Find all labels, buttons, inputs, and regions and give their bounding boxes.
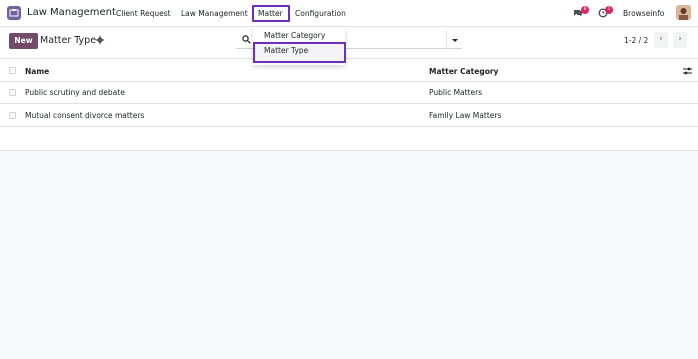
cell-matter-category: Family Law Matters	[429, 111, 502, 120]
table-row[interactable]: Public scrutiny and debate Public Matter…	[0, 81, 698, 104]
new-button[interactable]: New	[9, 33, 38, 49]
pager-previous-button[interactable]: ‹	[654, 32, 668, 48]
search-icon	[242, 35, 251, 46]
menu-client-request[interactable]: Client Request	[116, 9, 171, 18]
dropdown-item-matter-type[interactable]: Matter Type	[253, 42, 346, 63]
column-header-matter-category[interactable]: Matter Category	[429, 67, 498, 76]
list-footer-divider	[0, 150, 698, 151]
user-avatar[interactable]	[676, 5, 691, 20]
pager-next-button[interactable]: ›	[673, 32, 687, 48]
app-title[interactable]: Law Management	[27, 7, 116, 18]
pager-value[interactable]: 1-2 / 2	[624, 36, 648, 45]
optional-columns-icon[interactable]	[683, 67, 692, 77]
list-header: Name Matter Category	[0, 58, 698, 82]
law-app-icon[interactable]	[7, 6, 21, 20]
search-options-toggle[interactable]	[446, 31, 462, 49]
column-header-name[interactable]: Name	[25, 67, 49, 76]
chevron-left-icon: ‹	[659, 34, 663, 44]
control-panel: New Matter Type 1-2 / 2 ‹ ›	[0, 28, 698, 58]
menu-matter[interactable]: Matter	[252, 5, 290, 22]
table-row[interactable]: Mutual consent divorce matters Family La…	[0, 104, 698, 127]
list-view: Name Matter Category Public scrutiny and…	[0, 58, 698, 151]
select-all-checkbox[interactable]	[9, 67, 16, 74]
row-checkbox[interactable]	[9, 112, 16, 119]
chevron-right-icon: ›	[678, 34, 682, 44]
gear-icon[interactable]	[96, 36, 104, 46]
top-navbar: Law Management Client Request Law Manage…	[0, 0, 698, 27]
cell-matter-category: Public Matters	[429, 88, 483, 97]
page-title: Matter Type	[40, 35, 97, 46]
activity-badge: 1	[605, 6, 613, 14]
menu-configuration[interactable]: Configuration	[295, 9, 346, 18]
cell-name: Mutual consent divorce matters	[25, 111, 145, 120]
dropdown-item-matter-type-label: Matter Type	[264, 46, 309, 55]
user-name[interactable]: Browseinfo	[623, 9, 664, 18]
menu-law-management[interactable]: Law Management	[181, 9, 248, 18]
row-checkbox[interactable]	[9, 89, 16, 96]
messages-badge: 8	[581, 6, 589, 14]
dropdown-item-matter-category[interactable]: Matter Category	[264, 31, 325, 40]
menu-matter-label: Matter	[258, 9, 283, 18]
cell-name: Public scrutiny and debate	[25, 88, 125, 97]
